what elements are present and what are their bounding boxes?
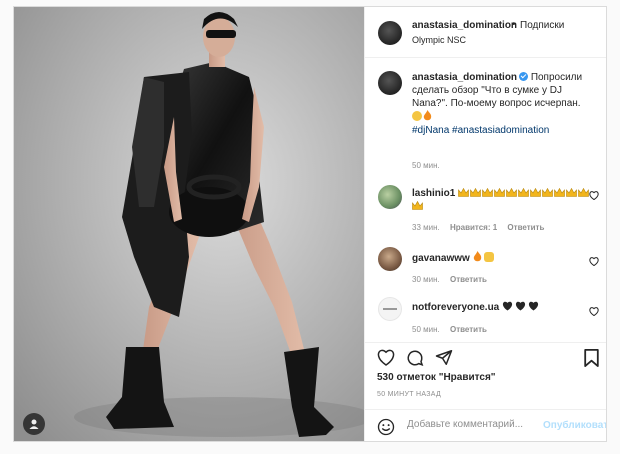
crown-icon [412,201,423,210]
comment-bubble-icon[interactable] [406,349,424,367]
post-actions: 530 отметок "Нравится" 50 МИНУТ НАЗАД [365,342,606,413]
black-heart-icon [502,301,513,311]
avatar[interactable] [378,21,402,45]
crown-icon [542,188,553,197]
crown-icon [506,188,517,197]
caption-username[interactable]: anastasia_domination [412,72,517,83]
thumbs-up-icon [483,252,494,262]
crown-icon [494,188,505,197]
crown-icon [518,188,529,197]
caption-time: 50 мин. [412,161,440,170]
comment-time: 33 мин. [412,223,440,232]
post-sidebar: anastasia_domination • Подписки Olympic … [364,7,606,441]
heart-icon[interactable] [589,191,599,200]
black-heart-emojis [502,301,541,313]
comment-item: notforeveryone.ua 50 мин. Ответить [365,297,606,337]
author-username[interactable]: anastasia_domination [412,20,517,31]
comment-item: lashinio1 33 мин. Нравится: 1 Ответить [365,185,606,235]
photo-illustration [14,7,364,441]
share-plane-icon[interactable] [435,349,453,366]
caption-hashtags[interactable]: #djNana #anastasiadomination [412,125,549,136]
comment-item: gavanawww 30 мин. Ответить [365,247,606,287]
likes-count[interactable]: 530 отметок "Нравится" [377,372,496,383]
posted-time: 50 МИНУТ НАЗАД [377,391,442,398]
verified-badge-icon [519,72,529,81]
heart-icon[interactable] [589,307,599,316]
reply-button[interactable]: Ответить [507,223,544,232]
reply-button[interactable]: Ответить [450,275,487,284]
caption-emojis [412,110,434,123]
fire-icon [473,251,481,262]
comment-body: lashinio1 [412,187,592,213]
comment-time: 50 мин. [412,325,440,334]
reply-button[interactable]: Ответить [450,325,487,334]
comment-time: 30 мин. [412,275,440,284]
post-card: anastasia_domination • Подписки Olympic … [13,6,607,442]
crown-icon [470,188,481,197]
fire-icon [423,110,432,121]
comment-body: gavanawww [412,251,592,265]
black-heart-icon [528,301,539,311]
save-bookmark-icon[interactable] [584,349,599,367]
crown-icon [578,188,589,197]
crown-icon [554,188,565,197]
tagged-users-icon[interactable] [23,413,45,435]
crown-icon [530,188,541,197]
comments-list: anastasia_domination Попросили сделать о… [365,57,606,342]
post-header: anastasia_domination • Подписки Olympic … [365,7,606,58]
like-heart-icon[interactable] [377,349,395,366]
add-comment-bar: Опубликовать [365,409,606,441]
comment-username[interactable]: gavanawww [412,253,470,264]
grinning-sweat-face-icon [412,111,422,121]
comment-username[interactable]: notforeveryone.ua [412,302,499,313]
avatar[interactable] [378,247,402,271]
comment-meta: 50 мин. Ответить [412,325,495,334]
crown-icon [482,188,493,197]
follow-status-button[interactable]: Подписки [520,20,564,31]
avatar[interactable] [378,185,402,209]
crown-icon [458,188,469,197]
post-location[interactable]: Olympic NSC [412,35,466,45]
publish-button[interactable]: Опубликовать [543,420,606,431]
comment-body: notforeveryone.ua [412,301,592,314]
comment-input[interactable] [407,419,547,430]
comment-meta: 30 мин. Ответить [412,275,495,284]
caption: anastasia_domination Попросили сделать о… [365,71,606,179]
heart-icon[interactable] [589,257,599,266]
comment-username[interactable]: lashinio1 [412,188,455,199]
black-heart-icon [515,301,526,311]
emoji-picker-icon[interactable] [377,418,395,436]
avatar[interactable] [378,71,402,95]
crown-icon [566,188,577,197]
comment-likes[interactable]: Нравится: 1 [450,223,497,232]
comment-meta: 33 мин. Нравится: 1 Ответить [412,223,552,232]
header-separator: • [512,19,516,30]
post-photo[interactable] [14,7,364,441]
caption-body: anastasia_domination Попросили сделать о… [412,71,592,137]
avatar[interactable] [378,297,402,321]
